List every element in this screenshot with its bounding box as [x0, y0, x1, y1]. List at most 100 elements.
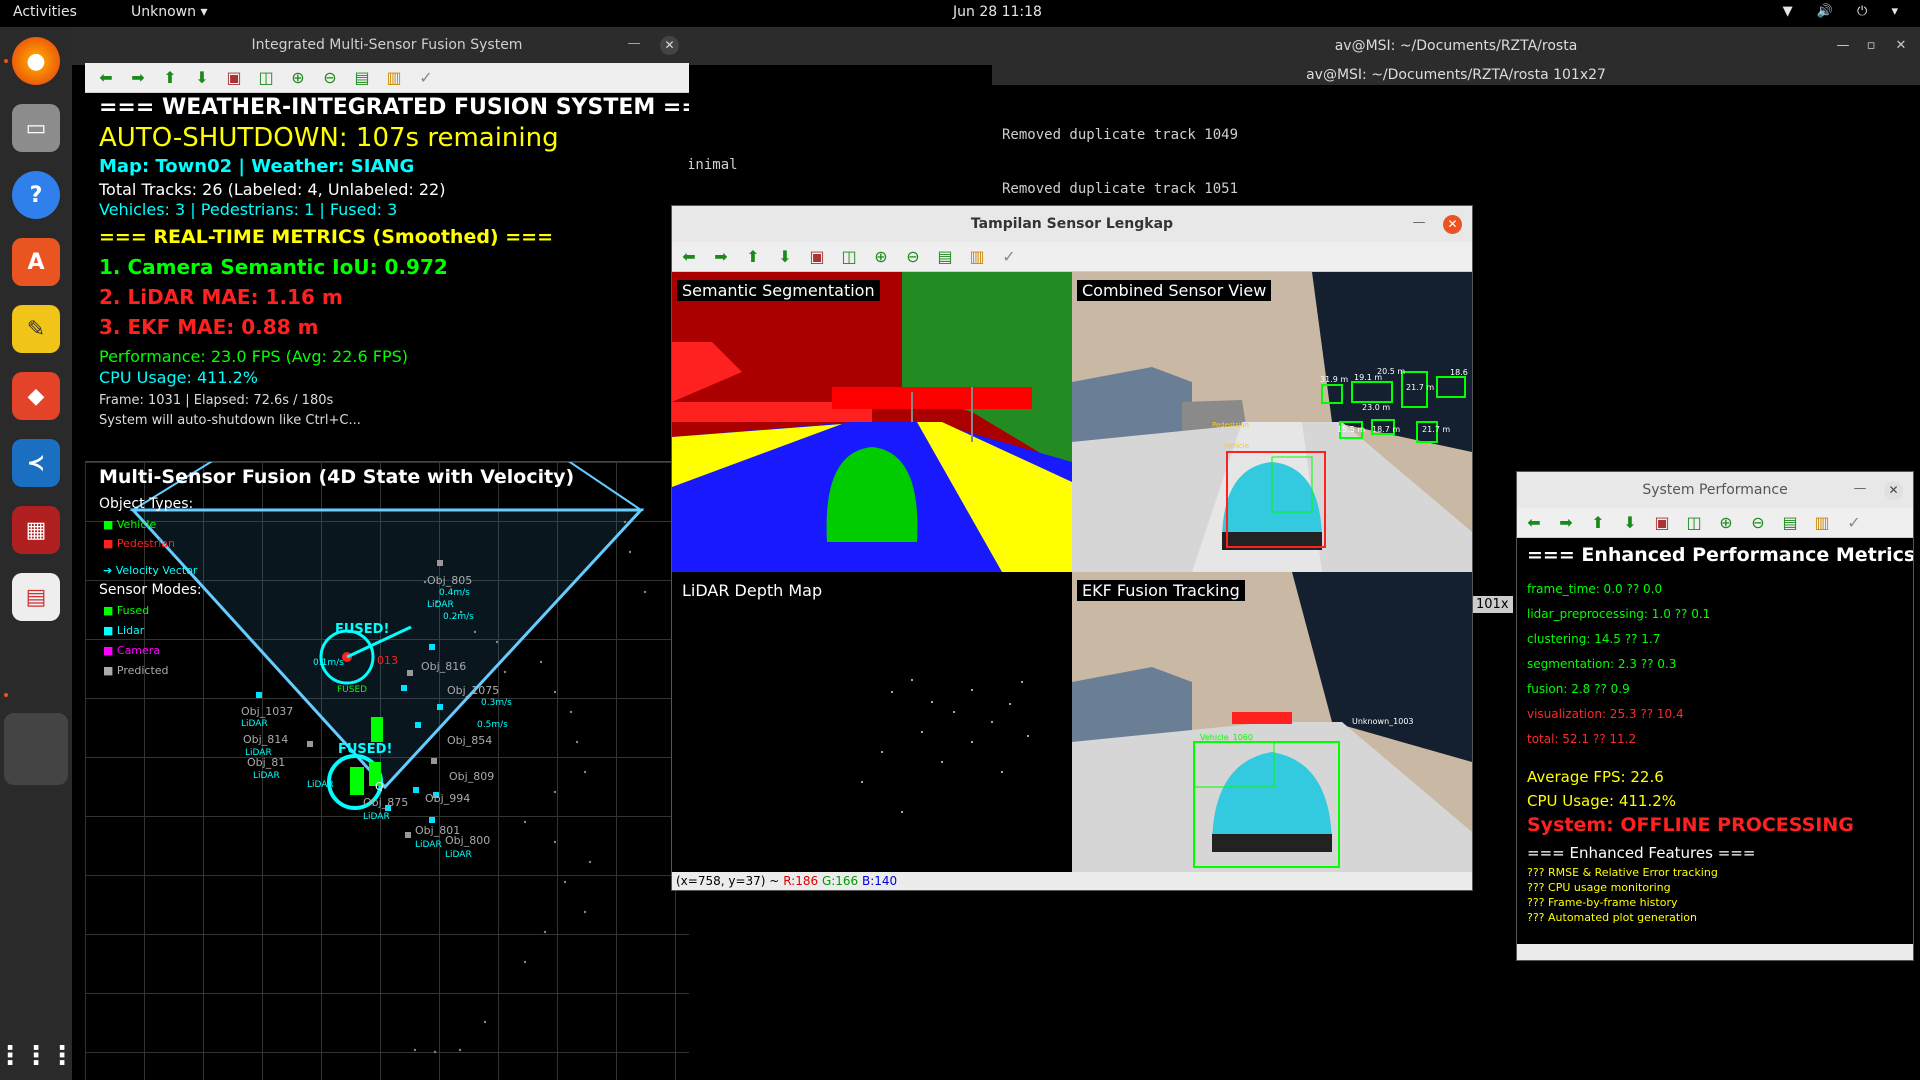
zoom-fit-icon[interactable]: ▣ [223, 67, 245, 89]
object-label: Obj_1037 [241, 705, 294, 718]
perf-metric-list: frame_time: 0.0 ?? 0.0 lidar_preprocessin… [1527, 582, 1710, 757]
pixel-green-value: G:166 [821, 874, 859, 888]
pan-down-icon[interactable]: ⬇ [1619, 512, 1641, 534]
pan-down-icon[interactable]: ⬇ [774, 246, 796, 268]
zoom-fit-icon[interactable]: ▣ [806, 246, 828, 268]
properties-icon[interactable]: ✓ [1843, 512, 1865, 534]
system-tray[interactable]: ▼ 🔊 ⏻ ▾ [1783, 4, 1908, 19]
top-bar: Activities Unknown ▾ Jun 28 11:18 ▼ 🔊 ⏻ … [0, 0, 1920, 27]
save-icon[interactable]: ▤ [934, 246, 956, 268]
clock[interactable]: Jun 28 11:18 [953, 4, 1042, 20]
semantic-label: Semantic Segmentation [677, 280, 880, 301]
zoom-in-icon[interactable]: ⊕ [1715, 512, 1737, 534]
pan-up-icon[interactable]: ⬆ [1587, 512, 1609, 534]
frame-text: Frame: 1031 | Elapsed: 72.6s / 180s [99, 393, 334, 408]
app-menu[interactable]: Unknown ▾ [131, 4, 207, 20]
fused-label: FUSED! [335, 622, 390, 637]
mode-lidar: ■ Lidar [103, 624, 145, 637]
perf-metric-line: lidar_preprocessing: 1.0 ?? 0.1 [1527, 607, 1711, 621]
perf-header: === Enhanced Performance Metrics (ms [1527, 544, 1913, 566]
sensor-window[interactable]: Tampilan Sensor Lengkap — ✕ ⬅ ➡ ⬆ ⬇ ▣ ◫ … [671, 205, 1473, 891]
arrow-icon: ➔ [103, 564, 116, 577]
pan-left-icon[interactable]: ⬅ [678, 246, 700, 268]
cursor-coordinates: (x=758, y=37) ~ [676, 874, 780, 888]
bev-plot [129, 462, 647, 1054]
zoom-in-icon[interactable]: ⊕ [870, 246, 892, 268]
metric-iou: 1. Camera Semantic IoU: 0.972 [99, 255, 448, 279]
fusion-window[interactable]: Integrated Multi-Sensor Fusion System — … [85, 27, 689, 1080]
pan-up-icon[interactable]: ⬆ [159, 67, 181, 89]
software-icon[interactable]: A [12, 238, 60, 286]
pixel-blue-value: B:140 [862, 874, 898, 888]
object-label: Obj_875 [363, 796, 409, 809]
firefox-icon[interactable]: ● [12, 37, 60, 85]
perf-window[interactable]: System Performance — ✕ ⬅ ➡ ⬆ ⬇ ▣ ◫ ⊕ ⊖ ▤… [1516, 471, 1914, 961]
copy-icon[interactable]: ▥ [383, 67, 405, 89]
copy-icon[interactable]: ▥ [966, 246, 988, 268]
sensor-label: LiDAR [363, 812, 390, 822]
close-icon[interactable]: ✕ [660, 36, 679, 55]
zoom-out-icon[interactable]: ⊖ [319, 67, 341, 89]
zoom-out-icon[interactable]: ⊖ [1747, 512, 1769, 534]
speed-label: 0.1m/s [313, 658, 344, 668]
metric-ekf-mae: 3. EKF MAE: 0.88 m [99, 315, 319, 339]
pan-left-icon[interactable]: ⬅ [1523, 512, 1545, 534]
zoom-region-icon[interactable]: ◫ [1683, 512, 1705, 534]
maximize-icon[interactable]: ▫ [1862, 37, 1880, 55]
zoom-out-icon[interactable]: ⊖ [902, 246, 924, 268]
minimize-icon[interactable]: — [625, 36, 643, 54]
active-app-icon[interactable] [4, 713, 68, 785]
object-types-label: Object Types: [99, 496, 194, 512]
minimize-icon[interactable]: — [1851, 481, 1869, 499]
sensor-label: LiDAR [253, 771, 280, 781]
pan-right-icon[interactable]: ➡ [1555, 512, 1577, 534]
feature-item: ??? Frame-by-frame history [1527, 896, 1678, 909]
features-header: === Enhanced Features === [1527, 844, 1756, 862]
save-icon[interactable]: ▤ [1779, 512, 1801, 534]
sensor-toolbar: ⬅ ➡ ⬆ ⬇ ▣ ◫ ⊕ ⊖ ▤ ▥ ✓ [672, 242, 1472, 272]
pan-left-icon[interactable]: ⬅ [95, 67, 117, 89]
vscode-icon[interactable]: ≺ [12, 439, 60, 487]
minimize-icon[interactable]: — [1834, 37, 1852, 55]
object-label: Obj_1075 [447, 684, 500, 697]
minimize-icon[interactable]: — [1410, 215, 1428, 233]
sensor-status-bar: (x=758, y=37) ~ R:186 G:166 B:140 [672, 872, 1472, 890]
pan-down-icon[interactable]: ⬇ [191, 67, 213, 89]
counts-text: Vehicles: 3 | Pedestrians: 1 | Fused: 3 [99, 200, 398, 219]
properties-icon[interactable]: ✓ [998, 246, 1020, 268]
unknown-tag: Unknown_1003 [1352, 717, 1414, 726]
activities-button[interactable]: Activities [13, 4, 77, 20]
close-icon[interactable]: ✕ [1884, 481, 1903, 500]
close-icon[interactable]: ✕ [1892, 37, 1910, 55]
pan-right-icon[interactable]: ➡ [710, 246, 732, 268]
files-icon[interactable]: ▭ [12, 104, 60, 152]
properties-icon[interactable]: ✓ [415, 67, 437, 89]
legend-swatch: ■ [103, 664, 117, 677]
zoom-region-icon[interactable]: ◫ [838, 246, 860, 268]
copy-icon[interactable]: ▥ [1811, 512, 1833, 534]
legend-swatch: ■ [103, 624, 117, 637]
terminal-app-icon[interactable]: ▦ [12, 506, 60, 554]
app-grid-icon[interactable]: ⋮⋮⋮ [0, 1032, 75, 1080]
close-icon[interactable]: ✕ [1443, 215, 1462, 234]
zoom-in-icon[interactable]: ⊕ [287, 67, 309, 89]
anydesk-icon[interactable]: ◆ [12, 372, 60, 420]
avg-fps-text: Average FPS: 22.6 [1527, 768, 1664, 786]
pixel-red-value: R:186 [783, 874, 819, 888]
pan-up-icon[interactable]: ⬆ [742, 246, 764, 268]
fusion-header: === WEATHER-INTEGRATED FUSION SYSTEM === [99, 95, 689, 120]
distance-label: 18.6 [1450, 368, 1468, 377]
sensor-label: LiDAR [415, 840, 442, 850]
lidar-depth-view [672, 572, 1072, 872]
zoom-fit-icon[interactable]: ▣ [1651, 512, 1673, 534]
zoom-region-icon[interactable]: ◫ [255, 67, 277, 89]
track-id-label: Q [375, 780, 384, 793]
pan-right-icon[interactable]: ➡ [127, 67, 149, 89]
save-icon[interactable]: ▤ [351, 67, 373, 89]
terminal-right-subtitle: av@MSI: ~/Documents/RZTA/rosta 101x27 [992, 65, 1920, 85]
text-editor-icon[interactable]: ✎ [12, 305, 60, 353]
help-icon[interactable]: ? [12, 171, 60, 219]
metrics-header: === REAL-TIME METRICS (Smoothed) === [99, 226, 553, 248]
document-viewer-icon[interactable]: ▤ [12, 573, 60, 621]
terminal-line: Removed duplicate track 1049 [1002, 127, 1239, 143]
